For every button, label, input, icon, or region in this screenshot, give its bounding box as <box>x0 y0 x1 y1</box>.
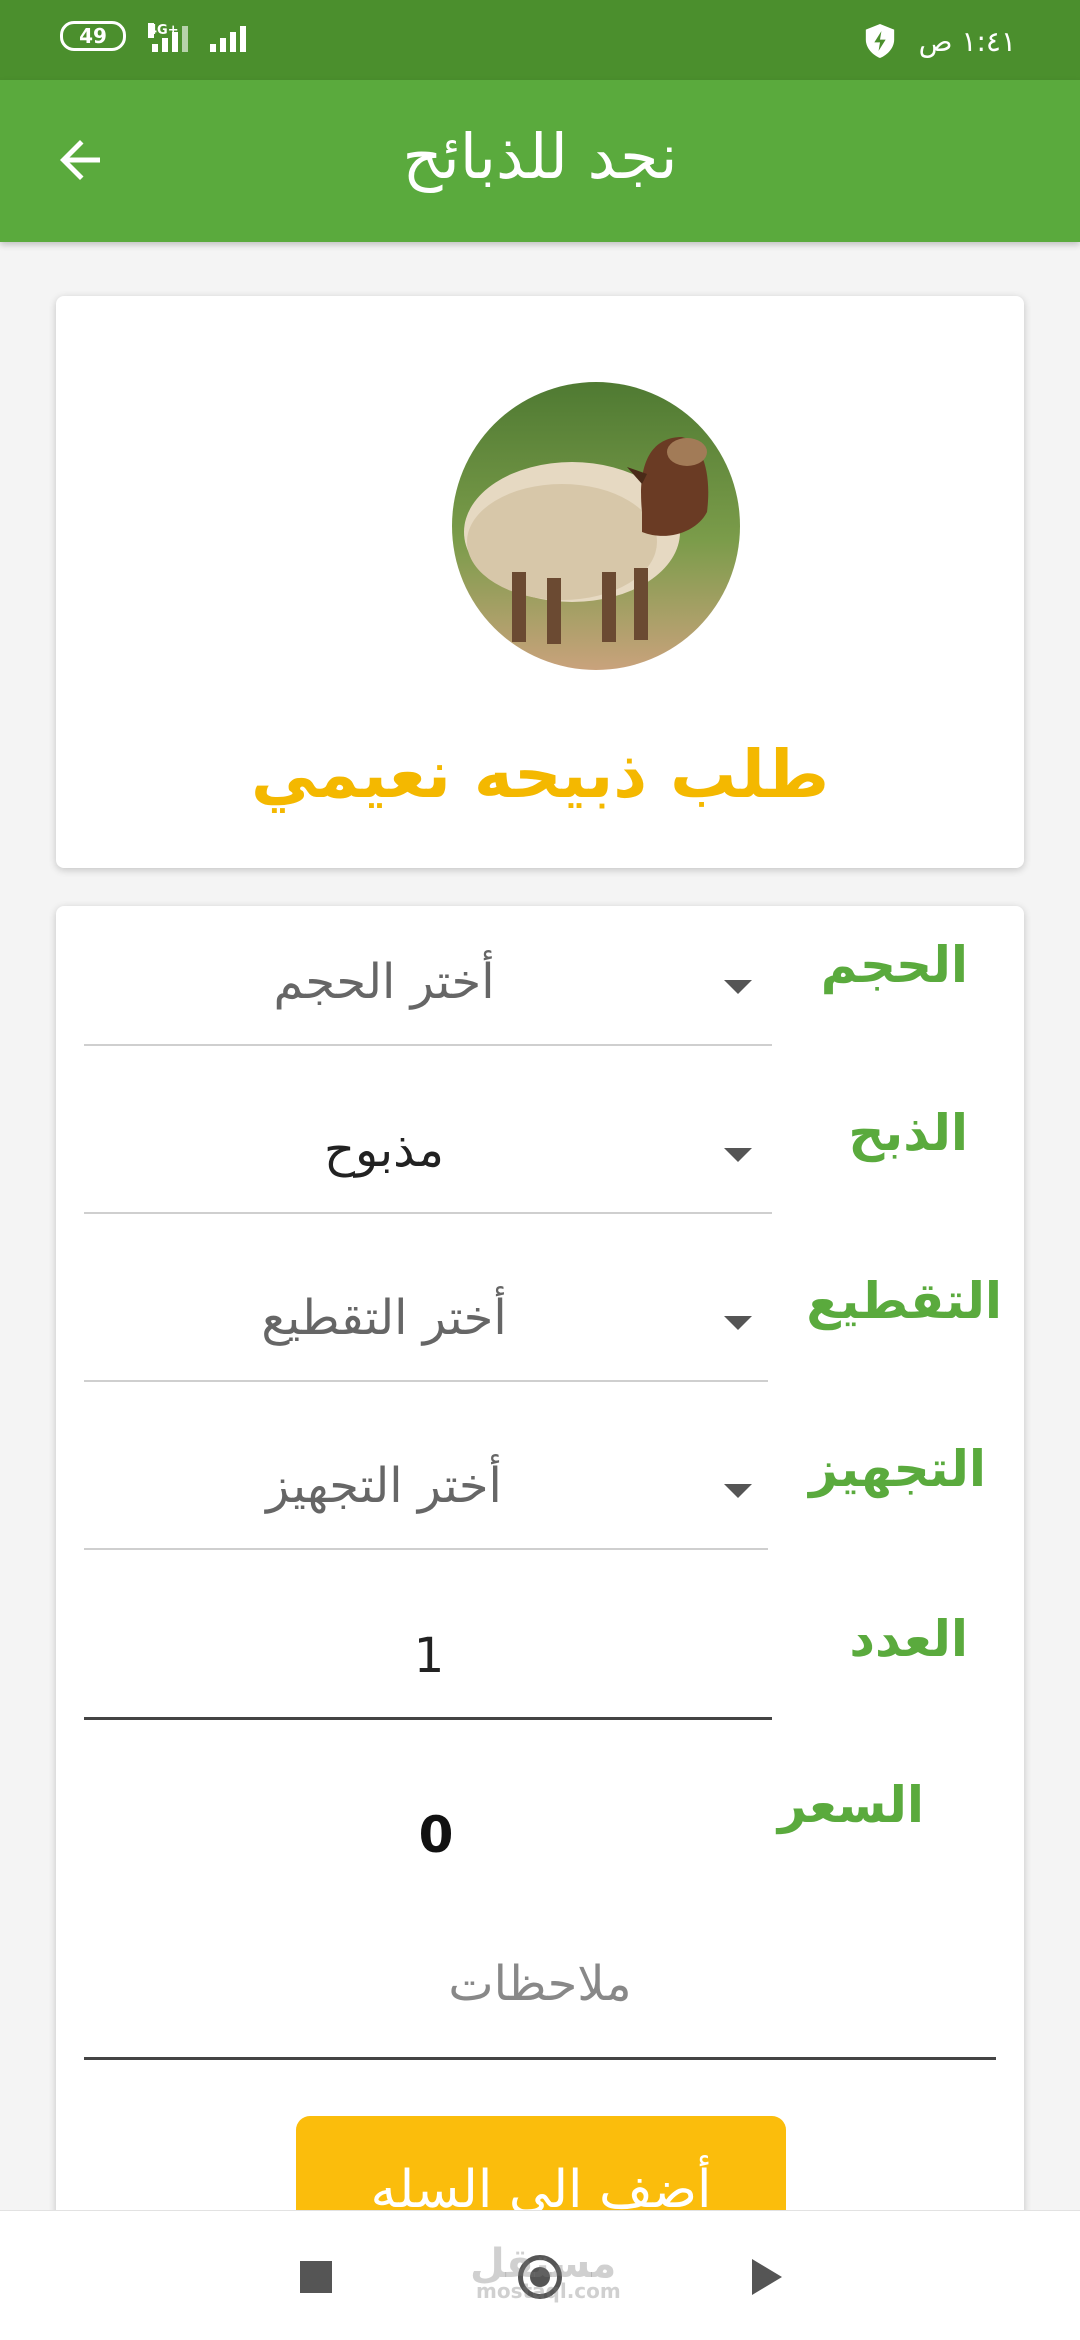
product-image <box>452 382 740 670</box>
slaughter-dropdown[interactable]: مذبوح <box>84 1084 772 1214</box>
network-type: 4G+ <box>148 23 179 38</box>
cutting-row: التقطيع أختر التقطيع <box>56 1252 1024 1382</box>
quantity-input[interactable]: 1 <box>84 1590 772 1720</box>
navigation-bar: مستقل mostaql.com <box>0 2210 1080 2340</box>
slaughter-label: الذبح <box>848 1104 968 1162</box>
chevron-down-icon <box>724 1316 752 1330</box>
watermark-sub: mostaql.com <box>476 2279 621 2303</box>
slaughter-value: مذبوح <box>323 1122 445 1178</box>
status-bar: 49 4G+ ١:٤١ ص <box>0 0 1080 80</box>
back-icon[interactable] <box>752 2259 782 2295</box>
chevron-down-icon <box>724 1484 752 1498</box>
size-row: الحجم أختر الحجم <box>56 916 1024 1046</box>
price-row: السعر 0 <box>56 1776 1024 1906</box>
product-card: طلب ذبيحه نعيمي <box>56 296 1024 868</box>
slaughter-row: الذبح مذبوح <box>56 1084 1024 1214</box>
product-title: طلب ذبيحه نعيمي <box>250 736 830 813</box>
app-bar: نجد للذبائح <box>0 80 1080 242</box>
shield-icon <box>865 24 894 58</box>
battery-indicator: 49 <box>60 21 126 51</box>
quantity-value: 1 <box>413 1628 445 1684</box>
notes-placeholder: ملاحظات <box>448 1956 632 2012</box>
order-form-card: الحجم أختر الحجم الذبح مذبوح التقطيع أخت… <box>56 906 1024 2340</box>
watermark: مستقل mostaql.com <box>470 2241 621 2303</box>
preparation-label: التجهيز <box>809 1440 986 1498</box>
clock: ١:٤١ ص <box>918 24 1016 58</box>
size-label: الحجم <box>820 936 968 994</box>
preparation-value: أختر التجهيز <box>266 1458 502 1514</box>
status-left: 49 4G+ <box>60 20 246 52</box>
size-dropdown[interactable]: أختر الحجم <box>84 916 772 1046</box>
app-title: نجد للذبائح <box>402 120 678 193</box>
signal-icon-2 <box>210 20 246 52</box>
chevron-down-icon <box>724 1148 752 1162</box>
price-value: 0 <box>418 1806 454 1864</box>
recent-apps-icon[interactable] <box>300 2261 332 2293</box>
cutting-value: أختر التقطيع <box>261 1290 507 1346</box>
signal-icon: 4G+ <box>148 20 188 52</box>
size-value: أختر الحجم <box>273 954 495 1010</box>
quantity-row: العدد 1 <box>56 1590 1024 1720</box>
preparation-dropdown[interactable]: أختر التجهيز <box>84 1420 768 1550</box>
preparation-row: التجهيز أختر التجهيز <box>56 1420 1024 1550</box>
chevron-down-icon <box>724 980 752 994</box>
quantity-label: العدد <box>849 1610 968 1668</box>
status-right: ١:٤١ ص <box>863 22 1016 60</box>
cutting-dropdown[interactable]: أختر التقطيع <box>84 1252 768 1382</box>
notes-input[interactable]: ملاحظات <box>84 1906 996 2060</box>
cutting-label: التقطيع <box>806 1272 1002 1330</box>
